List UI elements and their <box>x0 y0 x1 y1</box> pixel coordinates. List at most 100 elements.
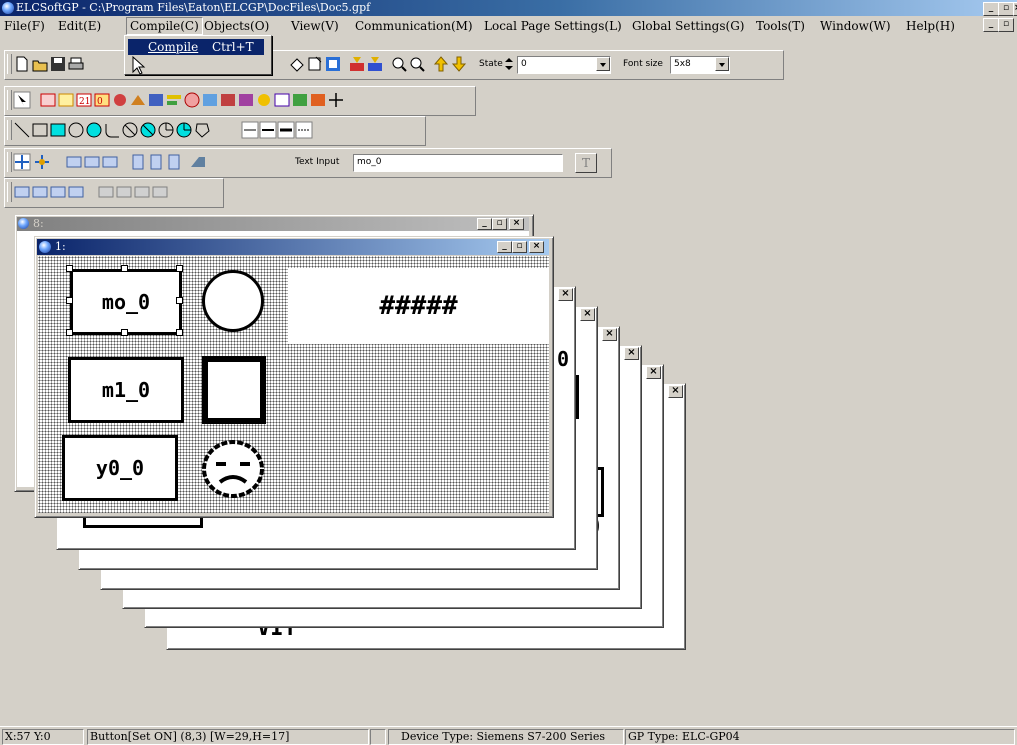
circle-shape[interactable] <box>202 270 264 332</box>
close-button[interactable]: × <box>1013 2 1017 16</box>
arrow-down-icon[interactable] <box>450 55 468 73</box>
filled-rectangle-icon[interactable] <box>49 121 67 139</box>
page-8-titlebar[interactable]: 8: _ ▫ × <box>17 217 529 231</box>
menu-help[interactable]: Help(H) <box>906 19 955 33</box>
select-pointer-icon[interactable] <box>13 91 31 109</box>
text-up-icon[interactable] <box>348 55 366 73</box>
save-icon[interactable] <box>49 55 67 73</box>
new-file-icon[interactable] <box>13 55 31 73</box>
line-dashed-icon[interactable] <box>295 121 313 139</box>
menu-objects[interactable]: Objects(O) <box>204 19 269 33</box>
same-height-icon[interactable] <box>31 183 49 201</box>
distribute-top-icon[interactable] <box>97 183 115 201</box>
line-thick-icon[interactable] <box>277 121 295 139</box>
print-icon[interactable] <box>67 55 85 73</box>
rectangle-icon[interactable] <box>31 121 49 139</box>
zoom-in-icon[interactable] <box>390 55 408 73</box>
align-middle-icon[interactable] <box>147 153 165 171</box>
state-select[interactable]: 0 <box>517 56 611 74</box>
menu-compile[interactable]: Compile(C) <box>126 17 203 35</box>
meter-icon[interactable] <box>129 91 147 109</box>
line-icon[interactable] <box>13 121 31 139</box>
eraser-icon[interactable] <box>288 55 306 73</box>
restore-button[interactable]: ▫ <box>998 2 1014 16</box>
recipe-icon[interactable] <box>237 91 255 109</box>
menu-communication[interactable]: Communication(M) <box>355 19 473 33</box>
same-size-icon[interactable] <box>49 183 67 201</box>
numeric-display-icon[interactable]: 0 <box>93 91 111 109</box>
filled-ellipse-icon[interactable] <box>139 121 157 139</box>
button-object-icon[interactable] <box>39 91 57 109</box>
menu-tools[interactable]: Tools(T) <box>756 19 805 33</box>
align-bottom-icon[interactable] <box>165 153 183 171</box>
same-width-icon[interactable] <box>13 183 31 201</box>
sad-face-image[interactable] <box>198 436 268 502</box>
keypad-icon[interactable] <box>309 91 327 109</box>
state-spinner-icon[interactable] <box>504 56 514 72</box>
filled-circle-icon[interactable] <box>85 121 103 139</box>
numeric-input-icon[interactable]: 21 <box>75 91 93 109</box>
ellipse-icon[interactable] <box>121 121 139 139</box>
space-evenly-icon[interactable] <box>67 183 85 201</box>
lamp-icon[interactable] <box>255 91 273 109</box>
open-folder-icon[interactable] <box>31 55 49 73</box>
trend-icon[interactable] <box>201 91 219 109</box>
menu-edit[interactable]: Edit(E) <box>58 19 101 33</box>
crosshair-icon[interactable] <box>327 91 345 109</box>
circle-icon[interactable] <box>67 121 85 139</box>
move-icon[interactable] <box>13 153 31 171</box>
button-object-m10[interactable]: m1_0 <box>68 357 184 423</box>
bar-graph-icon[interactable] <box>165 91 183 109</box>
page-maximize-button[interactable]: ▫ <box>512 241 527 253</box>
distribute-right-icon[interactable] <box>151 183 169 201</box>
menu-file[interactable]: File(F) <box>4 19 45 33</box>
multi-state-icon[interactable] <box>57 91 75 109</box>
menu-view[interactable]: View(V) <box>291 19 339 33</box>
polygon-icon[interactable] <box>193 121 211 139</box>
bit-lamp-icon[interactable] <box>111 91 129 109</box>
text-down-icon[interactable] <box>366 55 384 73</box>
distribute-left-icon[interactable] <box>133 183 151 201</box>
menu-global-settings[interactable]: Global Settings(G) <box>632 19 744 33</box>
arrow-up-icon[interactable] <box>432 55 450 73</box>
distribute-bottom-icon[interactable] <box>115 183 133 201</box>
align-left-icon[interactable] <box>65 153 83 171</box>
zoom-out-icon[interactable] <box>408 55 426 73</box>
page-canvas[interactable]: mo_0 ##### m1_0 y0_0 <box>38 256 549 513</box>
text-apply-button[interactable]: T <box>575 153 597 173</box>
text-tool-icon[interactable] <box>189 153 207 171</box>
line-thin-icon[interactable] <box>241 121 259 139</box>
button-object-y00[interactable]: y0_0 <box>62 435 178 501</box>
picture-icon[interactable] <box>273 91 291 109</box>
align-right-icon[interactable] <box>101 153 119 171</box>
arc-icon[interactable] <box>103 121 121 139</box>
page-settings-icon[interactable] <box>324 55 342 73</box>
numeric-display[interactable]: ##### <box>288 268 549 344</box>
page-icon[interactable] <box>306 55 324 73</box>
font-size-select[interactable]: 5x8 <box>670 56 730 74</box>
alarm-icon[interactable] <box>219 91 237 109</box>
compile-menu-item[interactable]: Compile Ctrl+T <box>128 39 264 55</box>
align-center-icon[interactable] <box>83 153 101 171</box>
menu-local-page-settings[interactable]: Local Page Settings(L) <box>484 19 622 33</box>
app-icon[interactable] <box>2 2 14 14</box>
page-close-button[interactable]: × <box>529 241 544 253</box>
line-medium-icon[interactable] <box>259 121 277 139</box>
page-minimize-button[interactable]: _ <box>497 241 512 253</box>
resize-icon[interactable] <box>33 153 51 171</box>
text-input-field[interactable]: mo_0 <box>353 154 563 172</box>
mdi-minimize-button[interactable]: _ <box>983 18 999 32</box>
minimize-button[interactable]: _ <box>983 2 999 16</box>
pie-icon[interactable] <box>157 121 175 139</box>
menu-bar: File(F) Edit(E) Compile(C) Objects(O) Vi… <box>0 16 1017 35</box>
filled-pie-icon[interactable] <box>175 121 193 139</box>
macro-icon[interactable] <box>291 91 309 109</box>
align-top-icon[interactable] <box>129 153 147 171</box>
page-1-window[interactable]: 1: _ ▫ × mo_0 ##### m1_0 y0_0 <box>34 236 554 518</box>
square-shape[interactable] <box>202 356 266 424</box>
menu-window[interactable]: Window(W) <box>820 19 891 33</box>
chart-icon[interactable] <box>147 91 165 109</box>
page-1-titlebar[interactable]: 1: _ ▫ × <box>37 239 549 255</box>
clock-icon[interactable] <box>183 91 201 109</box>
mdi-restore-button[interactable]: ▫ <box>998 18 1014 32</box>
